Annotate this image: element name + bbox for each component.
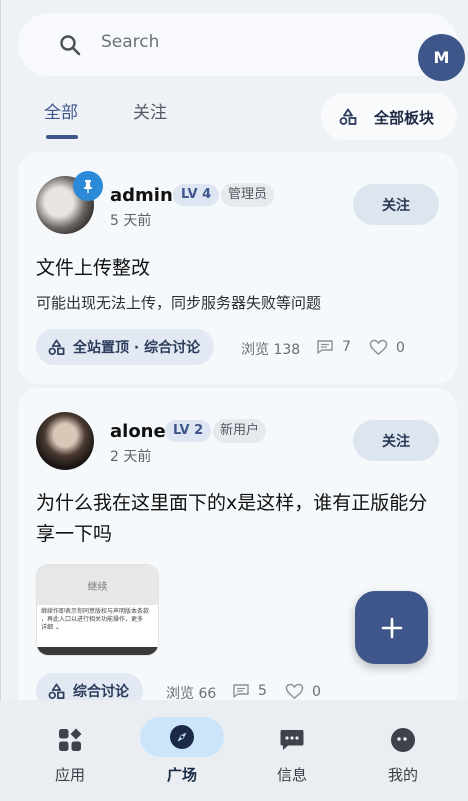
like-count-value: 0 bbox=[312, 683, 321, 700]
comment-count[interactable]: 5 bbox=[232, 683, 267, 699]
post-card[interactable]: admin LV 4 管理员 5 天前 关注 文件上传整改 可能出现无法上传，同… bbox=[18, 152, 457, 384]
like-count[interactable]: 0 bbox=[369, 339, 405, 356]
nav-messages-label: 信息 bbox=[276, 766, 307, 784]
nav-apps[interactable]: 应用 bbox=[25, 716, 115, 796]
comment-count-value: 7 bbox=[342, 339, 351, 355]
chat-icon bbox=[267, 720, 317, 760]
post-image[interactable]: 继续 继续作即表示你同意版权与声明版本条款 ，再此入口以进行相关功能操作，更多 … bbox=[36, 564, 159, 656]
screen-edge bbox=[0, 0, 1, 801]
comment-count[interactable]: 7 bbox=[316, 339, 351, 355]
bottom-navigation: 应用 广场 信息 我的 bbox=[0, 700, 468, 801]
board-tag[interactable]: 全站置顶 · 综合讨论 bbox=[36, 329, 215, 365]
heart-icon bbox=[369, 339, 388, 356]
post-time: 5 天前 bbox=[110, 213, 152, 229]
nav-profile-label: 我的 bbox=[387, 766, 418, 784]
screen: Search M 全部 关注 全部板块 admin LV 4 管理员 5 天前 … bbox=[0, 0, 468, 801]
author-avatar[interactable] bbox=[36, 412, 94, 470]
author-name[interactable]: alone bbox=[110, 421, 166, 442]
post-description[interactable]: 可能出现无法上传，同步服务器失败等问题 bbox=[36, 292, 321, 313]
boards-icon bbox=[339, 108, 357, 125]
role-badge: 新用户 bbox=[213, 419, 267, 443]
image-header: 继续 bbox=[37, 565, 158, 605]
nav-plaza-label: 广场 bbox=[166, 766, 197, 784]
boards-icon bbox=[48, 339, 65, 355]
level-badge: LV 2 bbox=[165, 420, 212, 442]
board-tag-label: 综合讨论 bbox=[73, 684, 129, 700]
apps-icon bbox=[45, 720, 95, 760]
follow-button[interactable]: 关注 bbox=[353, 420, 439, 461]
role-badge: 管理员 bbox=[221, 183, 275, 207]
search-bar[interactable]: Search M bbox=[18, 13, 465, 81]
view-count: 浏览 138 bbox=[241, 342, 301, 358]
like-count-value: 0 bbox=[396, 339, 405, 356]
nav-profile[interactable]: 我的 bbox=[358, 716, 448, 796]
nav-plaza[interactable]: 广场 bbox=[140, 716, 230, 796]
pinned-badge bbox=[73, 171, 103, 201]
search-placeholder[interactable]: Search bbox=[101, 32, 159, 52]
all-boards-label: 全部板块 bbox=[374, 109, 435, 127]
comment-icon bbox=[317, 340, 333, 354]
tab-following[interactable]: 关注 bbox=[133, 98, 167, 123]
compass-icon bbox=[140, 717, 224, 757]
plus-icon bbox=[381, 617, 402, 638]
search-icon bbox=[60, 35, 81, 56]
comment-count-value: 5 bbox=[258, 683, 267, 699]
like-count[interactable]: 0 bbox=[285, 683, 321, 700]
comment-icon bbox=[233, 684, 249, 698]
board-tag-label: 全站置顶 · 综合讨论 bbox=[73, 340, 201, 356]
pin-icon bbox=[84, 180, 92, 193]
post-title[interactable]: 文件上传整改 bbox=[36, 253, 150, 284]
post-card[interactable]: alone LV 2 新用户 2 天前 关注 为什么我在这里面下的x是这样，谁有… bbox=[18, 388, 457, 718]
all-boards-button[interactable]: 全部板块 bbox=[321, 93, 457, 140]
nav-apps-label: 应用 bbox=[54, 766, 85, 784]
user-avatar[interactable]: M bbox=[418, 34, 465, 81]
tab-indicator bbox=[46, 135, 78, 139]
nav-messages[interactable]: 信息 bbox=[247, 716, 337, 796]
post-title[interactable]: 为什么我在这里面下的x是这样，谁有正版能分享一下吗 bbox=[36, 488, 446, 550]
level-badge: LV 4 bbox=[173, 184, 220, 206]
profile-icon bbox=[378, 720, 428, 760]
image-text: 继续作即表示你同意版权与声明版本条款 ，再此入口以进行相关功能操作，更多 详细 … bbox=[41, 608, 150, 631]
author-name[interactable]: admin bbox=[110, 185, 173, 206]
new-post-button[interactable] bbox=[355, 591, 428, 664]
image-footer bbox=[37, 647, 158, 655]
boards-icon bbox=[48, 683, 65, 699]
heart-icon bbox=[285, 683, 304, 700]
follow-button[interactable]: 关注 bbox=[353, 184, 439, 225]
post-time: 2 天前 bbox=[110, 449, 152, 465]
tab-all[interactable]: 全部 bbox=[44, 98, 78, 123]
